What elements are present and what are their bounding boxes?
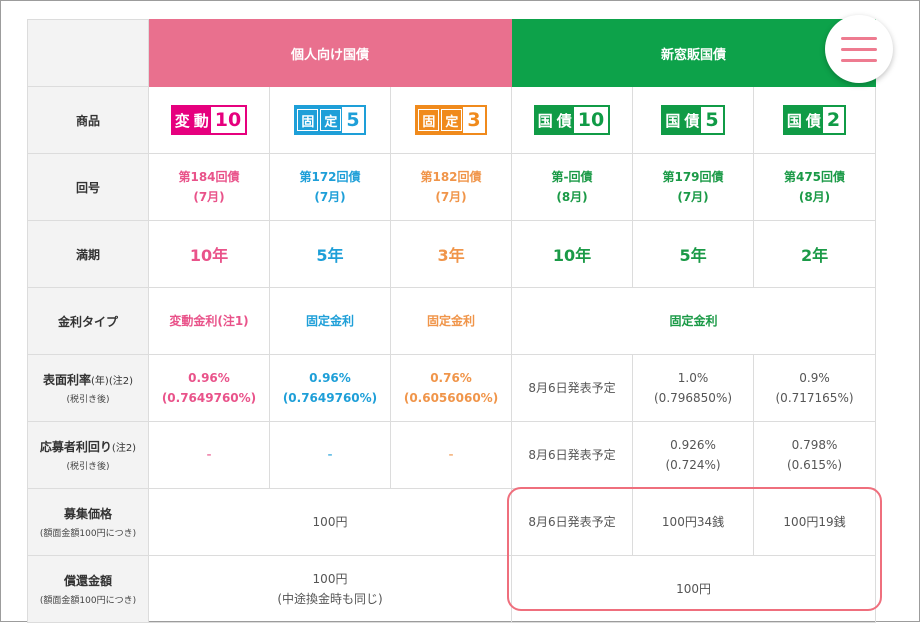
coupon-cell: 0.96% (0.7649760%) bbox=[148, 354, 270, 422]
maturity-cell: 5年 bbox=[269, 220, 391, 288]
yield-cell: - bbox=[389, 421, 513, 489]
issue-cell: 第475回債 (8月) bbox=[753, 153, 877, 221]
rate-type-row: 金利タイプ 変動金利(注1) 固定金利 固定金利 固定金利 bbox=[27, 287, 877, 355]
coupon-label: 表面利率(年)(注2) (税引き後) bbox=[27, 354, 149, 422]
product-cell: 固定3 bbox=[389, 86, 513, 154]
yield-cell: 0.798% (0.615%) bbox=[753, 421, 877, 489]
corner-cell bbox=[27, 19, 149, 87]
maturity-cell: 5年 bbox=[632, 220, 755, 288]
coupon-row: 表面利率(年)(注2) (税引き後) 0.96% (0.7649760%) 0.9… bbox=[27, 354, 877, 422]
coupon-cell: 1.0% (0.796850%) bbox=[632, 354, 755, 422]
product-cell: 国債 10 bbox=[511, 86, 634, 154]
rate-type-cell: 固定金利 bbox=[389, 287, 513, 355]
rate-type-label: 金利タイプ bbox=[27, 287, 149, 355]
redemption-row: 償還金額 (額面金額100円につき) 100円 (中途換金時も同じ) 100円 bbox=[27, 555, 877, 623]
yield-cell: 0.926% (0.724%) bbox=[632, 421, 755, 489]
maturity-cell: 10年 bbox=[511, 220, 634, 288]
issue-cell: 第172回債 (7月) bbox=[269, 153, 391, 221]
jgb-2-logo: 国債2 bbox=[782, 105, 847, 135]
price-row: 募集価格 (額面金額100円につき) 100円 8月6日発表予定 100円34銭… bbox=[27, 488, 877, 556]
jgb-10-logo: 国債 10 bbox=[533, 105, 611, 135]
issue-label: 回号 bbox=[27, 153, 149, 221]
maturity-cell: 3年 bbox=[389, 220, 513, 288]
maturity-cell: 10年 bbox=[148, 220, 270, 288]
product-label: 商品 bbox=[27, 86, 149, 154]
redemption-cell: 100円 (中途換金時も同じ) bbox=[147, 555, 513, 623]
maturity-row: 満期 10年 5年 3年 10年 5年 2年 bbox=[27, 220, 877, 288]
price-cell: 100円19銭 bbox=[753, 488, 877, 556]
yield-row: 応募者利回り(注2) (税引き後) - - - 8月6日発表予定 0.926%(… bbox=[27, 421, 877, 489]
issue-row: 回号 第184回債 (7月) 第172回債 (7月) 第182回債 (7月) 第-回債… bbox=[27, 153, 877, 221]
price-cell: 100円 bbox=[147, 488, 513, 556]
issue-cell: 第179回債 (7月) bbox=[632, 153, 755, 221]
product-row: 商品 変動 10 固定5 固定3 国債 10 国債5 国 債 2 bbox=[27, 86, 877, 154]
price-cell: 100円34銭 bbox=[632, 488, 755, 556]
fixed-3-logo: 固定3 bbox=[415, 105, 487, 135]
product-cell: 固定5 bbox=[269, 86, 391, 154]
rate-type-cell: 固定金利 bbox=[511, 287, 877, 355]
yield-cell: - bbox=[269, 421, 391, 489]
coupon-cell: 0.96% (0.7649760%) bbox=[269, 354, 391, 422]
coupon-cell: 0.76% (0.6056060%) bbox=[389, 354, 513, 422]
issue-cell: 第182回債 (7月) bbox=[389, 153, 513, 221]
rate-type-cell: 固定金利 bbox=[269, 287, 391, 355]
personal-bond-header: 個人向け国債 bbox=[147, 19, 513, 87]
yield-label: 応募者利回り(注2) (税引き後) bbox=[27, 421, 149, 489]
bond-comparison-table: 個人向け国債 新窓販国債 商品 変動 10 固定5 固定3 国債 10 国 債 … bbox=[27, 19, 877, 623]
issue-cell: 第-回債 (8月) bbox=[511, 153, 634, 221]
jgb-5-logo: 国債5 bbox=[661, 105, 725, 135]
new-window-bond-header: 新窓販国債 bbox=[511, 19, 877, 87]
product-cell: 国債5 bbox=[632, 86, 755, 154]
product-cell: 国債2 bbox=[753, 86, 877, 154]
maturity-cell: 2年 bbox=[753, 220, 877, 288]
fixed-5-logo: 固定5 bbox=[294, 105, 366, 135]
redemption-cell: 100円 bbox=[511, 555, 877, 623]
redemption-label: 償還金額 (額面金額100円につき) bbox=[27, 555, 149, 623]
price-label: 募集価格 (額面金額100円につき) bbox=[27, 488, 149, 556]
menu-button[interactable] bbox=[825, 15, 893, 83]
yield-cell: 8月6日発表予定 bbox=[511, 421, 634, 489]
maturity-label: 満期 bbox=[27, 220, 149, 288]
price-cell: 8月6日発表予定 bbox=[511, 488, 634, 556]
rate-type-cell: 変動金利(注1) bbox=[148, 287, 270, 355]
product-cell: 変動 10 bbox=[148, 86, 270, 154]
variable-10-logo: 変動 10 bbox=[170, 105, 248, 135]
issue-cell: 第184回債 (7月) bbox=[148, 153, 270, 221]
coupon-cell: 0.9% (0.717165%) bbox=[753, 354, 877, 422]
coupon-cell: 8月6日発表予定 bbox=[511, 354, 634, 422]
yield-cell: - bbox=[148, 421, 270, 489]
